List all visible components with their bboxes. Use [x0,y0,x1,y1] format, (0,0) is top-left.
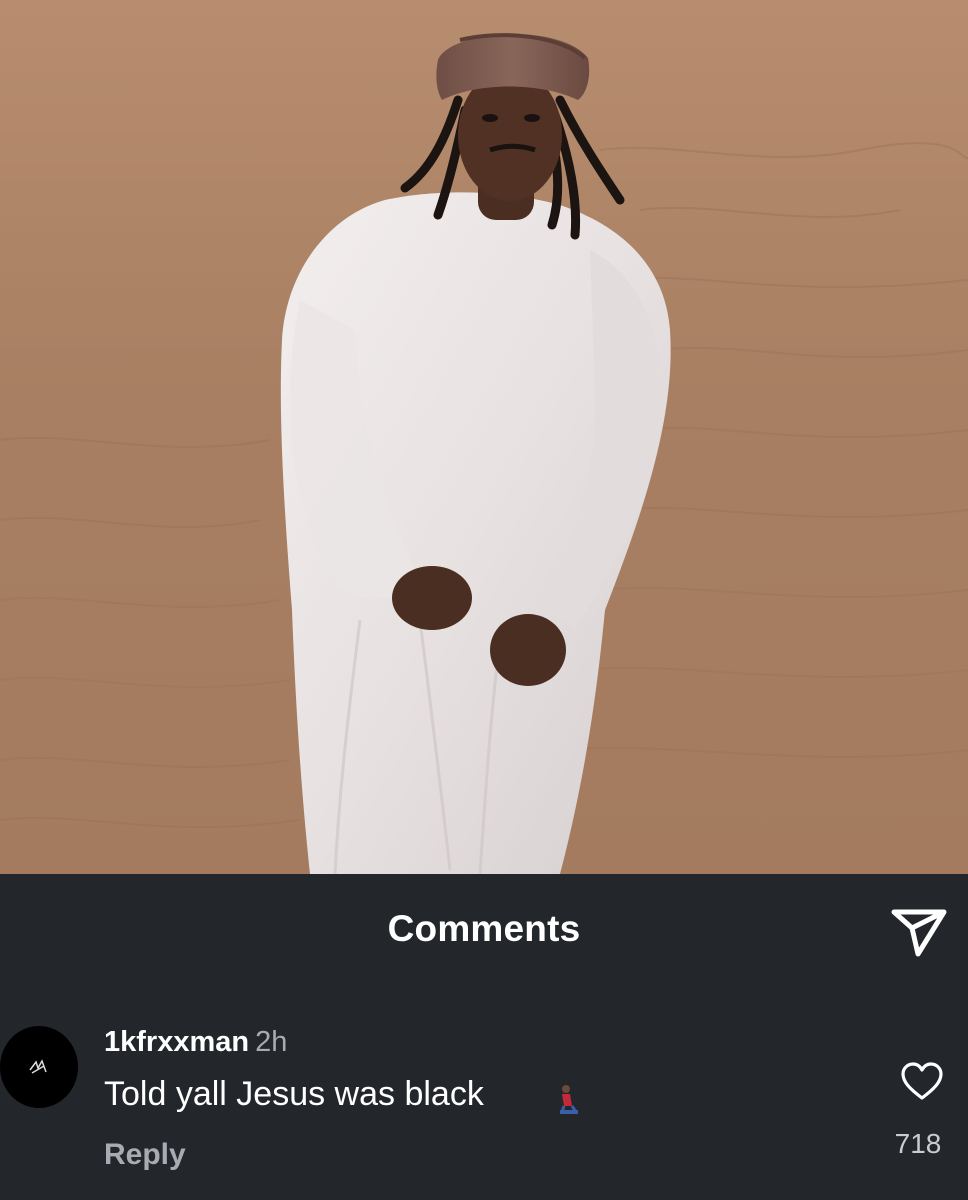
post-photo [0,0,968,874]
app-root: Comments 1kfrxxman 2h Told yall Jesus was… [0,0,968,1200]
send-icon[interactable] [888,904,950,960]
comments-title: Comments [387,908,581,949]
comment-timestamp: 2h [255,1026,288,1058]
photo-illustration [0,0,968,874]
reply-button[interactable]: Reply [104,1138,186,1172]
comments-sheet: Comments 1kfrxxman 2h Told yall Jesus was… [0,874,968,1200]
like-count: 718 [894,1128,942,1159]
person-kneeling-emoji-icon [560,1085,578,1114]
comment-header: 1kfrxxman 2h [104,1026,287,1059]
heart-icon[interactable] [900,1062,944,1102]
avatar-logo-icon [29,1059,47,1074]
comment-username[interactable]: 1kfrxxman [104,1026,249,1058]
avatar[interactable] [0,1026,78,1108]
comment-body: Told yall Jesus was black [104,1075,484,1113]
